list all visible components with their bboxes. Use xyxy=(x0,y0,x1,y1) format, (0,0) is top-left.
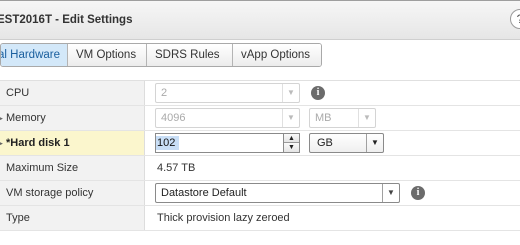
hardware-grid: CPU 2 ▼ i ▶ Memory 4096 ▼ MB ▼ ▶ *Hard d… xyxy=(0,80,520,231)
hard-disk-row: ▶ *Hard disk 1 102 ▲ ▼ GB ▼ xyxy=(0,131,520,156)
storage-policy-row: VM storage policy Datastore Default ▼ i xyxy=(0,181,520,206)
tab-vapp-options[interactable]: vApp Options xyxy=(233,44,321,66)
hard-disk-label-cell: ▶ *Hard disk 1 xyxy=(0,131,145,155)
storage-policy-label: VM storage policy xyxy=(6,187,94,199)
hard-disk-label: *Hard disk 1 xyxy=(6,137,70,149)
max-size-row: Maximum Size 4.57 TB xyxy=(0,156,520,181)
disk-unit: GB xyxy=(317,137,333,149)
chevron-down-icon[interactable]: ▼ xyxy=(282,84,299,102)
tab-sdrs-rules[interactable]: SDRS Rules xyxy=(147,44,233,66)
settings-tabs: al Hardware VM Options SDRS Rules vApp O… xyxy=(0,43,322,67)
cpu-row: CPU 2 ▼ i xyxy=(0,81,520,106)
storage-policy-value: Datastore Default xyxy=(161,187,247,199)
cpu-label: CPU xyxy=(6,87,30,99)
max-size-label: Maximum Size xyxy=(6,162,79,174)
cpu-value: 2 xyxy=(161,87,168,99)
chevron-down-icon[interactable]: ▼ xyxy=(358,109,375,127)
disk-unit-select[interactable]: GB ▼ xyxy=(309,133,384,153)
info-icon[interactable]: i xyxy=(411,186,425,200)
storage-policy-select[interactable]: Datastore Default ▼ xyxy=(155,183,400,203)
chevron-down-icon[interactable]: ▼ xyxy=(366,134,383,152)
help-icon[interactable]: ? xyxy=(510,9,520,29)
type-row: Type Thick provision lazy zeroed xyxy=(0,206,520,231)
disk-size-input[interactable]: 102 xyxy=(156,136,180,150)
chevron-down-icon[interactable]: ▼ xyxy=(282,109,299,127)
memory-label-cell: ▶ Memory xyxy=(0,106,145,130)
memory-label: Memory xyxy=(6,112,46,124)
type-label-cell: Type xyxy=(0,206,145,230)
memory-row: ▶ Memory 4096 ▼ MB ▼ xyxy=(0,106,520,131)
disk-size-spinner[interactable]: 102 ▲ ▼ xyxy=(155,133,300,153)
memory-select[interactable]: 4096 ▼ xyxy=(155,108,300,128)
spin-down-icon[interactable]: ▼ xyxy=(284,143,299,152)
expand-arrow-icon[interactable]: ▶ xyxy=(0,137,4,149)
memory-unit-select[interactable]: MB ▼ xyxy=(309,108,376,128)
chevron-down-icon[interactable]: ▼ xyxy=(382,184,399,202)
memory-unit: MB xyxy=(315,112,332,124)
tab-virtual-hardware[interactable]: al Hardware xyxy=(1,44,68,66)
spinner-buttons: ▲ ▼ xyxy=(283,134,299,152)
tab-vm-options[interactable]: VM Options xyxy=(68,44,147,66)
cpu-label-cell: CPU xyxy=(0,81,145,105)
spin-up-icon[interactable]: ▲ xyxy=(284,134,299,143)
type-label: Type xyxy=(6,212,30,224)
type-value: Thick provision lazy zeroed xyxy=(157,212,290,224)
expand-arrow-icon[interactable]: ▶ xyxy=(0,112,4,124)
storage-policy-label-cell: VM storage policy xyxy=(0,181,145,205)
dialog-title: EST2016T - Edit Settings xyxy=(0,14,133,26)
memory-value: 4096 xyxy=(161,112,186,124)
dialog-titlebar: EST2016T - Edit Settings ? xyxy=(0,0,520,40)
info-icon[interactable]: i xyxy=(311,86,325,100)
max-size-label-cell: Maximum Size xyxy=(0,156,145,180)
cpu-select[interactable]: 2 ▼ xyxy=(155,83,300,103)
max-size-value: 4.57 TB xyxy=(157,162,196,174)
